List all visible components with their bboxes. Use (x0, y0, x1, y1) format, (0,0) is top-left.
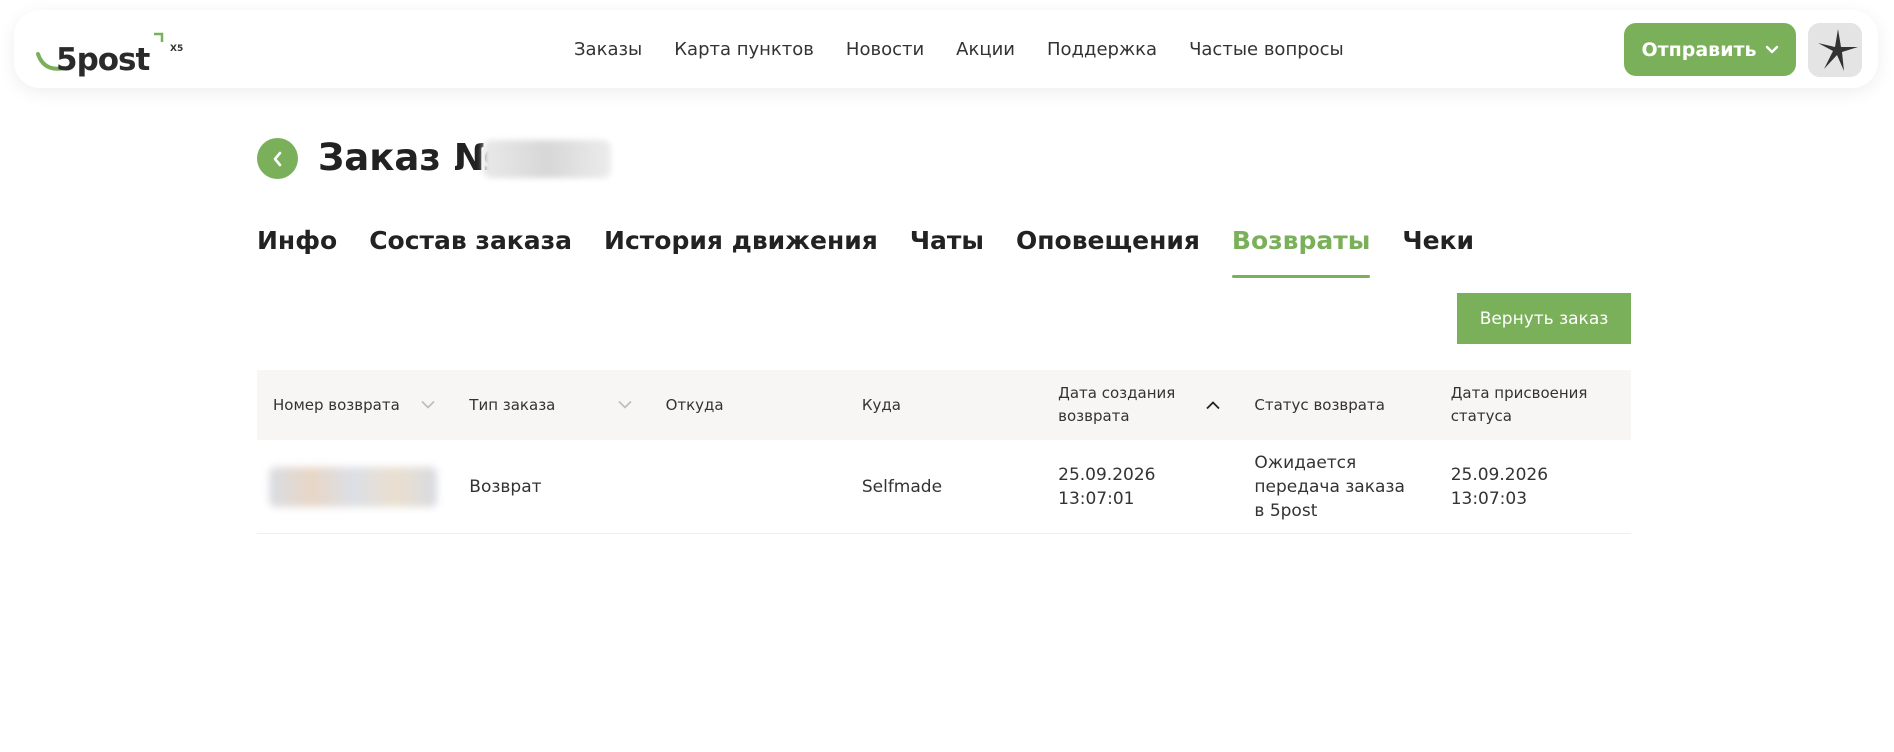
column-header-created-at[interactable]: Дата создания возврата (1042, 370, 1238, 440)
tab-returns[interactable]: Возвраты (1231, 222, 1371, 278)
column-header-to: Куда (861, 395, 901, 414)
chevron-down-icon[interactable] (421, 400, 435, 410)
tab-notifications[interactable]: Оповещения (1016, 222, 1200, 278)
send-button[interactable]: Отправить (1624, 23, 1796, 76)
logo[interactable]: 5post X5 (34, 24, 184, 78)
page-title: Заказ № (318, 136, 499, 179)
table-row[interactable]: Возврат Selfmade 25.09.2026 13:07:01 Ожи… (257, 440, 1631, 534)
nav-item-map[interactable]: Карта пунктов (674, 39, 814, 60)
tab-receipts[interactable]: Чеки (1402, 222, 1474, 278)
main-nav: Заказы Карта пунктов Новости Акции Подде… (574, 10, 1344, 88)
column-header-return-number[interactable]: Номер возврата (257, 370, 453, 440)
tab-chats[interactable]: Чаты (910, 222, 984, 278)
column-header-status: Статус возврата (1254, 395, 1385, 414)
logo-corner-icon (154, 32, 164, 42)
cell-status: Ожидается передача заказа в 5post (1254, 452, 1405, 521)
back-button[interactable] (257, 138, 298, 179)
cell-created-at: 25.09.2026 13:07:01 (1058, 464, 1156, 509)
chevron-up-icon[interactable] (1206, 401, 1221, 410)
nav-item-promotions[interactable]: Акции (956, 39, 1015, 60)
user-avatar-icon[interactable] (1808, 23, 1862, 77)
tab-order-contents[interactable]: Состав заказа (369, 222, 572, 278)
cell-status-date: 25.09.2026 13:07:03 (1450, 464, 1549, 509)
table-body: Возврат Selfmade 25.09.2026 13:07:01 Ожи… (257, 440, 1631, 534)
chevron-down-icon[interactable] (617, 400, 632, 410)
cell-from (650, 440, 846, 533)
chevron-left-icon (273, 151, 281, 166)
tab-info[interactable]: Инфо (257, 222, 337, 278)
column-header-from: Откуда (665, 395, 724, 414)
column-header-order-type[interactable]: Тип заказа (453, 370, 649, 440)
nav-item-faq[interactable]: Частые вопросы (1189, 39, 1344, 60)
logo-badge: X5 (170, 44, 184, 54)
order-tabs: Инфо Состав заказа История движения Чаты… (257, 222, 1474, 278)
chevron-down-icon (1765, 45, 1778, 53)
column-header-status-date: Дата присвоения статуса (1450, 384, 1588, 425)
logo-text: 5post (56, 42, 150, 78)
nav-item-orders[interactable]: Заказы (574, 39, 642, 60)
avatar-image (1808, 23, 1862, 77)
send-button-label: Отправить (1641, 38, 1757, 61)
order-number-redacted (483, 140, 611, 178)
top-header: 5post X5 Заказы Карта пунктов Новости Ак… (14, 10, 1878, 88)
nav-item-support[interactable]: Поддержка (1047, 39, 1157, 60)
cell-order-type: Возврат (469, 476, 542, 497)
cell-to: Selfmade (861, 476, 943, 497)
return-number-redacted (269, 466, 437, 507)
return-order-button[interactable]: Вернуть заказ (1457, 293, 1631, 344)
table-header: Номер возврата Тип заказа Откуда Куда Да… (257, 370, 1631, 440)
tab-movement-history[interactable]: История движения (604, 222, 878, 278)
returns-table: Номер возврата Тип заказа Откуда Куда Да… (257, 370, 1631, 534)
cell-return-number (257, 440, 453, 533)
nav-item-news[interactable]: Новости (846, 39, 924, 60)
